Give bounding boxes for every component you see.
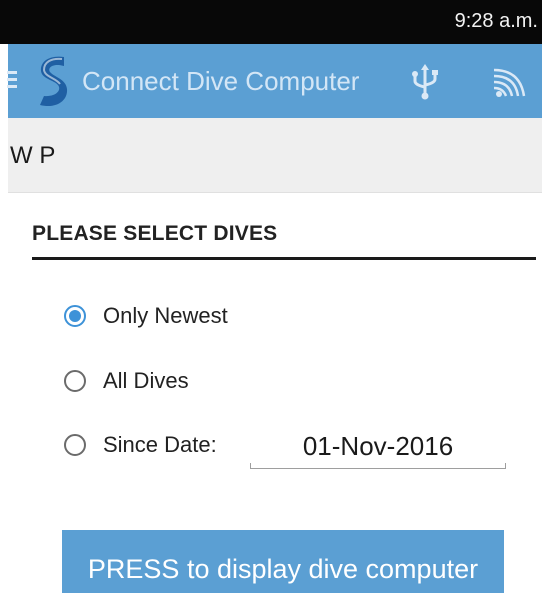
app-bar: Connect Dive Computer (7, 44, 542, 118)
section-heading: PLEASE SELECT DIVES (32, 222, 278, 245)
scubapro-logo-icon (40, 56, 68, 107)
option-label: Only Newest (103, 303, 228, 328)
device-bar: W P (8, 118, 542, 193)
status-bar: 9:28 a.m. (0, 0, 542, 44)
screen: 9:28 a.m. Connect Dive Computer W P PLEA… (0, 0, 542, 593)
device-name: W P (10, 142, 56, 169)
wireless-icon[interactable] (490, 64, 530, 100)
usb-icon[interactable] (410, 64, 440, 100)
option-label: All Dives (103, 368, 189, 393)
section-divider (32, 257, 536, 260)
status-time: 9:28 a.m. (454, 10, 538, 32)
option-label: Since Date: (103, 432, 217, 457)
app-title: Connect Dive Computer (82, 66, 360, 96)
display-dive-computer-label: PRESS to display dive computer (87, 554, 479, 584)
display-dive-computer-button[interactable]: PRESS to display dive computer (62, 530, 504, 593)
since-date-field[interactable]: 01-Nov-2016 (250, 428, 506, 469)
since-date-value: 01-Nov-2016 (302, 431, 454, 461)
radio-only-newest[interactable] (64, 305, 86, 327)
radio-all-dives[interactable] (64, 370, 86, 392)
menu-icon[interactable] (7, 71, 19, 89)
radio-since-date[interactable] (64, 434, 86, 456)
